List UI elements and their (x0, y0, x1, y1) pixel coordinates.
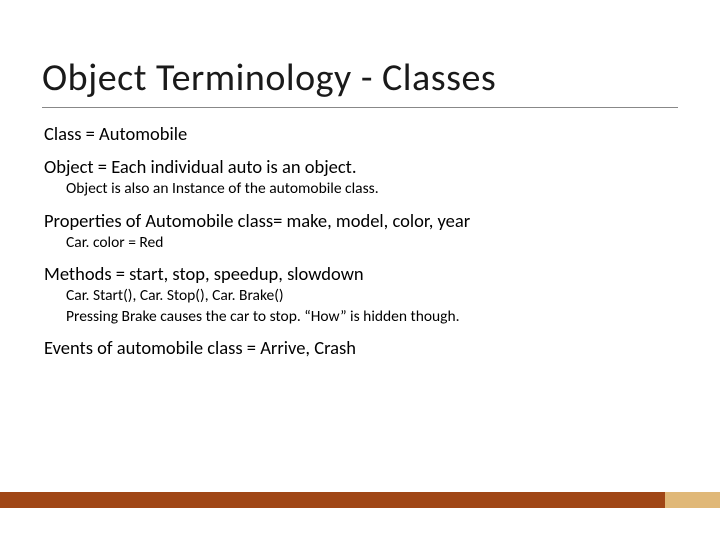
text-properties: Properties of Automobile class= make, mo… (44, 209, 678, 232)
text-methods-sub2: Pressing Brake causes the car to stop. “… (66, 307, 678, 326)
text-properties-sub: Car. color = Red (66, 233, 678, 252)
footer-bar-light (665, 492, 720, 508)
slide-title: Object Terminology - Classes (42, 55, 678, 108)
text-events: Events of automobile class = Arrive, Cra… (44, 336, 678, 359)
footer-bar (0, 492, 720, 508)
slide-content: Class = Automobile Object = Each individ… (42, 122, 678, 359)
footer-bar-dark (0, 492, 720, 508)
text-object: Object = Each individual auto is an obje… (44, 155, 678, 178)
text-methods-sub1: Car. Start(), Car. Stop(), Car. Brake() (66, 286, 678, 305)
text-object-sub: Object is also an Instance of the automo… (66, 179, 678, 198)
slide: Object Terminology - Classes Class = Aut… (0, 0, 720, 540)
text-class: Class = Automobile (44, 122, 678, 145)
text-methods: Methods = start, stop, speedup, slowdown (44, 262, 678, 285)
